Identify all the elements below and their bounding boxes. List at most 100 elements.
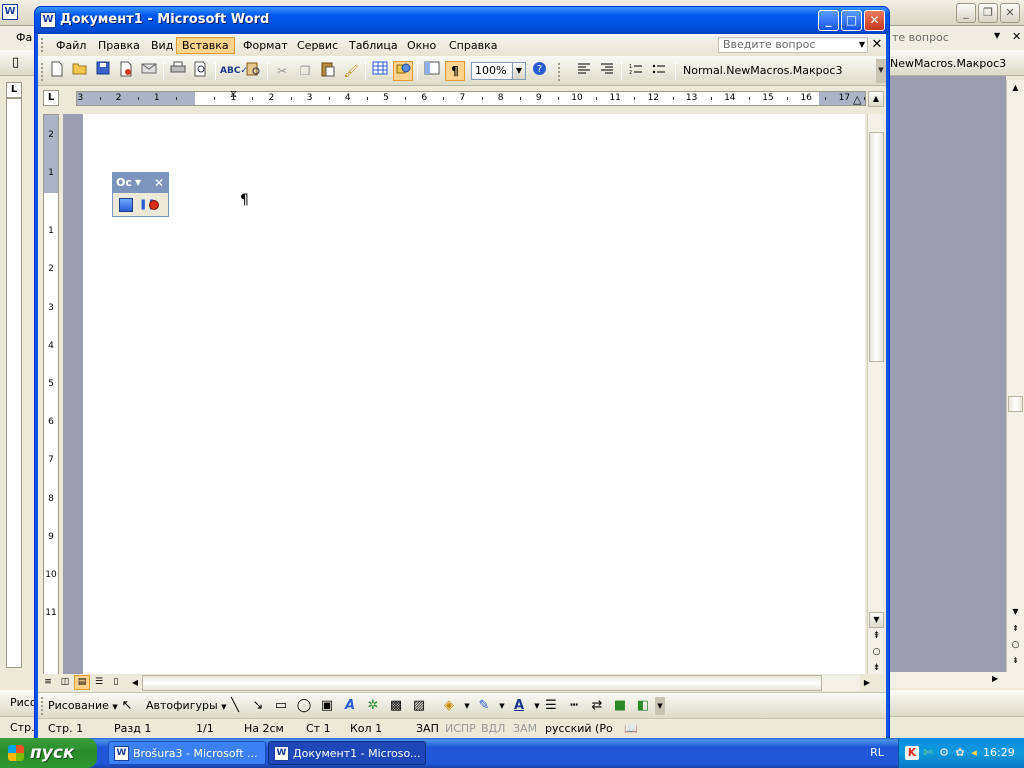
first-line-indent-icon[interactable]: ⧖: [230, 90, 237, 100]
background-new-document-icon[interactable]: ▯: [12, 55, 19, 70]
background-tab-selector[interactable]: L: [6, 82, 22, 98]
background-drawing-menu[interactable]: Рисо: [10, 696, 37, 709]
arrow-style-icon[interactable]: ⇄: [588, 697, 606, 715]
pause-recording-icon[interactable]: ❚❚: [139, 198, 156, 212]
3d-style-icon[interactable]: ◧: [634, 697, 652, 715]
numbering-icon[interactable]: 12: [626, 61, 646, 81]
wordart-icon[interactable]: A: [341, 697, 359, 715]
spelling-icon[interactable]: ABC✓: [220, 61, 248, 81]
tab-selector[interactable]: L: [43, 90, 59, 106]
diagram-icon[interactable]: ✲: [364, 697, 382, 715]
record-icon[interactable]: [149, 200, 159, 210]
vertical-ruler[interactable]: 2 1 1 2 3 4 5 6 7 8 9 10 11: [43, 114, 59, 692]
open-icon[interactable]: [70, 61, 90, 81]
line-icon[interactable]: ╲: [226, 697, 244, 715]
volume-icon[interactable]: ◂: [967, 746, 981, 760]
settings-icon[interactable]: ⚙: [937, 746, 951, 760]
dash-style-icon[interactable]: ┅: [565, 697, 583, 715]
document-page[interactable]: ¶: [83, 114, 865, 692]
line-color-arrow-icon[interactable]: ▼: [493, 697, 511, 715]
select-objects-icon[interactable]: ↖: [118, 697, 136, 715]
autoshapes-menu[interactable]: Автофигуры ▼: [146, 697, 227, 715]
help-icon[interactable]: ?: [529, 61, 549, 81]
research-icon[interactable]: [243, 61, 263, 81]
menu-grip[interactable]: [41, 38, 44, 52]
toolbar-grip[interactable]: [558, 63, 561, 81]
minimize-button[interactable]: _: [818, 10, 839, 31]
menu-format[interactable]: Формат: [237, 37, 294, 54]
word-app-icon[interactable]: W: [40, 12, 56, 28]
format-painter-icon[interactable]: 🖌: [341, 61, 361, 81]
line-color-icon[interactable]: ✎: [475, 697, 493, 715]
print-icon[interactable]: [168, 61, 188, 81]
antivirus-icon[interactable]: K: [905, 746, 919, 760]
background-scroll-up-icon[interactable]: ▲: [1008, 80, 1023, 96]
stop-recording-icon[interactable]: [119, 198, 133, 212]
background-vertical-scrollbar[interactable]: ▲ ▼ ⇞ ○ ⇟: [1006, 80, 1024, 674]
print-layout-icon[interactable]: ▤: [74, 675, 90, 690]
background-restore-button[interactable]: ❐: [978, 3, 998, 23]
select-browse-object-icon[interactable]: ○: [869, 644, 884, 660]
network-tools-icon[interactable]: ✄: [921, 746, 935, 760]
spelling-status-icon[interactable]: 📖: [624, 722, 638, 736]
menu-file[interactable]: Файл: [50, 37, 92, 54]
background-horizontal-scrollbar[interactable]: ▶: [888, 672, 1024, 688]
menu-tools[interactable]: Сервис: [291, 37, 344, 54]
language-indicator[interactable]: RL: [862, 738, 892, 768]
drawing-icon[interactable]: [393, 61, 413, 81]
arrow-icon[interactable]: ↘: [249, 697, 267, 715]
taskbar-item-document1[interactable]: W Документ1 - Microso...: [268, 741, 426, 765]
ask-dropdown-icon[interactable]: ▼: [856, 37, 868, 53]
scroll-right-icon[interactable]: ▶: [860, 675, 874, 691]
web-view-icon[interactable]: ◫: [57, 675, 73, 690]
status-overtype[interactable]: ЗАМ: [513, 722, 537, 736]
menu-view[interactable]: Вид: [145, 37, 179, 54]
stop-recording-toolbar[interactable]: Ос ▼ ✕ ❚❚: [112, 172, 169, 217]
reading-view-icon[interactable]: ▯: [108, 675, 124, 690]
background-scroll-thumb[interactable]: [1008, 396, 1023, 412]
drawing-toolbar-options-icon[interactable]: ▼: [655, 697, 665, 715]
background-prev-page-icon[interactable]: ⇞: [1008, 624, 1023, 638]
horizontal-scroll-thumb[interactable]: [142, 675, 822, 691]
menu-table[interactable]: Таблица: [343, 37, 404, 54]
fill-color-icon[interactable]: ◈: [440, 697, 458, 715]
rectangle-icon[interactable]: ▭: [272, 697, 290, 715]
macro-button[interactable]: Normal.NewMacros.Макрос3: [683, 64, 842, 77]
background-next-page-icon[interactable]: ⇟: [1008, 656, 1023, 670]
new-document-icon[interactable]: [47, 61, 67, 81]
background-dropdown-icon[interactable]: ▼: [994, 31, 1000, 40]
close-button[interactable]: ✕: [864, 10, 885, 31]
text-box-icon[interactable]: ▣: [318, 697, 336, 715]
table-icon[interactable]: [370, 61, 390, 81]
horizontal-ruler[interactable]: 3 2 1 1 2 3 4 5 6 7 8 9 10 11 12 13 14 15 16 17 ⧖ △: [76, 90, 866, 106]
status-extend[interactable]: ВДЛ: [481, 722, 505, 736]
clip-art-icon[interactable]: ▩: [387, 697, 405, 715]
maximize-button[interactable]: □: [841, 10, 862, 31]
taskbar-item-brosura3[interactable]: W Brošura3 - Microsoft ...: [108, 741, 266, 765]
normal-view-icon[interactable]: ≡: [40, 675, 56, 690]
scroll-down-icon[interactable]: ▼: [869, 612, 884, 628]
background-close-button[interactable]: ✕: [1000, 3, 1020, 23]
shadow-style-icon[interactable]: ■: [611, 697, 629, 715]
scroll-left-icon[interactable]: ◀: [128, 675, 142, 691]
scroll-thumb[interactable]: [869, 132, 884, 362]
drawing-menu[interactable]: Рисование ▼: [48, 697, 118, 715]
save-icon[interactable]: [93, 61, 113, 81]
menu-help[interactable]: Справка: [443, 37, 503, 54]
picture-icon[interactable]: ▨: [410, 697, 428, 715]
network-icon[interactable]: ✿: [953, 746, 967, 760]
status-track-changes[interactable]: ИСПР: [445, 722, 476, 736]
background-minimize-button[interactable]: _: [956, 3, 976, 23]
paste-icon[interactable]: [318, 61, 338, 81]
status-record[interactable]: ЗАП: [416, 722, 439, 736]
email-icon[interactable]: [139, 61, 159, 81]
print-preview-icon[interactable]: [191, 61, 211, 81]
document-map-icon[interactable]: [422, 61, 442, 81]
bullets-icon[interactable]: [649, 61, 669, 81]
title-bar[interactable]: W Документ1 - Microsoft Word _ □ ✕: [35, 7, 889, 34]
stop-recording-close-icon[interactable]: ✕: [152, 173, 166, 193]
background-browse-object-icon[interactable]: ○: [1008, 640, 1023, 654]
menu-window[interactable]: Окно: [401, 37, 442, 54]
zoom-input[interactable]: 100%: [471, 62, 513, 80]
align-right-icon[interactable]: [597, 61, 617, 81]
